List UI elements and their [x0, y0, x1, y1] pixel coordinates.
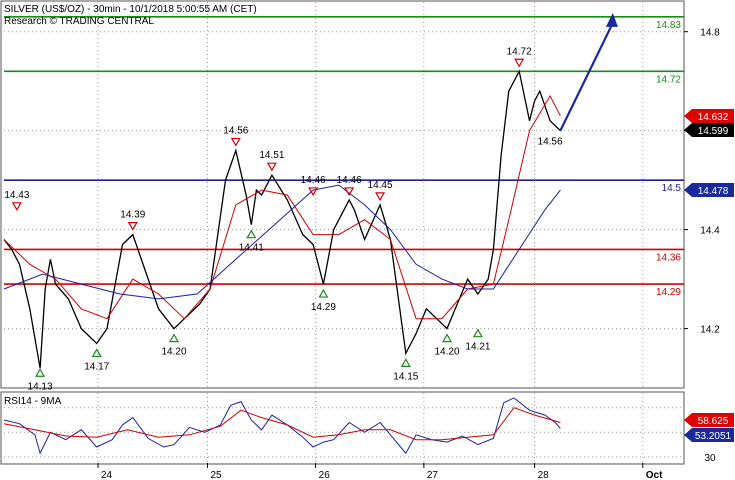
low-marker: [318, 288, 329, 298]
rsi-y-tick-label: 30: [704, 453, 716, 464]
rsi-badge-label: 53.2051: [695, 431, 732, 442]
series-rsi: [3, 397, 561, 455]
chart-canvas: 14.83 14.72 14.5 14.36 14.29 14.43 14.13 14.17…: [0, 0, 734, 480]
low-label: 14.15: [393, 371, 418, 382]
high-marker: [230, 137, 241, 147]
low-marker: [441, 333, 453, 343]
projection-arrow-head: [605, 12, 618, 27]
y-tick-label: 14.8: [700, 28, 720, 39]
level-label: 14.72: [656, 74, 681, 85]
high-marker: [127, 221, 138, 231]
series-ma_slow: [3, 184, 561, 300]
rsi-series: [3, 397, 561, 455]
price-badge-label: 14.599: [698, 126, 729, 137]
x-tick-label: 26: [319, 470, 331, 480]
rsi-panel-frame: [0, 391, 685, 465]
low-marker: [168, 333, 180, 343]
x-tick-label: 24: [101, 470, 113, 480]
high-marker: [375, 192, 386, 202]
low-label: 14.13: [28, 381, 53, 392]
low-marker: [246, 229, 257, 239]
low-label: 14.20: [161, 347, 186, 358]
price-badges: 14.632 14.599 14.478 58.625 53.2051: [684, 109, 734, 442]
high-marker: [11, 202, 22, 212]
high-marker: [514, 58, 525, 68]
level-label: 14.83: [656, 20, 681, 31]
price-panel-frame: [0, 0, 685, 389]
level-label: 14.36: [656, 252, 681, 263]
high-label: 14.45: [368, 180, 393, 191]
high-marker: [266, 162, 277, 172]
series-price_rally: [492, 69, 561, 250]
annotations: 14.43 14.13 14.17 14.39 14.20 14.56 14.41 14.51…: [4, 46, 563, 392]
x-tick-label: 27: [427, 470, 439, 480]
axes: 14.214.414.614.8302425262728Oct: [97, 28, 720, 480]
low-marker: [400, 358, 411, 367]
low-label: 14.20: [435, 347, 460, 358]
level-label: 14.5: [662, 183, 682, 194]
high-label: 14.46: [337, 175, 362, 186]
low-label: 14.29: [311, 302, 336, 313]
high-label: 14.43: [4, 190, 29, 201]
low-marker: [472, 328, 483, 338]
level-label: 14.29: [656, 287, 681, 298]
low-label: 14.41: [239, 243, 264, 254]
series-rsi_ma: [3, 407, 561, 441]
high-label: 14.56: [223, 125, 248, 136]
x-tick-label: 25: [210, 470, 222, 480]
high-marker: [308, 187, 319, 197]
low-marker: [91, 348, 102, 358]
high-label: 14.72: [507, 46, 532, 57]
rsi-title: RSI14 - 9MA: [4, 396, 62, 407]
projection-arrow-line: [559, 24, 613, 132]
y-tick-label: 14.4: [700, 226, 720, 237]
high-label: 14.51: [259, 150, 284, 161]
chart-title: SILVER (US$/OZ) - 30min - 10/1/2018 5:00…: [4, 4, 257, 15]
price-badge-label: 14.632: [698, 112, 729, 123]
rsi-badge-label: 58.625: [698, 416, 729, 427]
x-tick-label: 28: [538, 470, 550, 480]
low-label: 14.21: [465, 342, 490, 353]
chart-subtitle: Research © TRADING CENTRAL: [4, 16, 154, 27]
x-tick-label: Oct: [646, 470, 663, 480]
series-price: [3, 148, 495, 369]
high-label: 14.39: [120, 210, 145, 221]
level-annotation: 14.56: [538, 136, 563, 147]
low-marker: [35, 368, 46, 377]
high-label: 14.46: [301, 175, 326, 186]
horizontal-levels: 14.83 14.72 14.5 14.36 14.29: [4, 16, 684, 298]
low-label: 14.17: [84, 361, 109, 372]
y-tick-label: 14.2: [700, 325, 720, 336]
price-badge-label: 14.478: [698, 186, 729, 197]
